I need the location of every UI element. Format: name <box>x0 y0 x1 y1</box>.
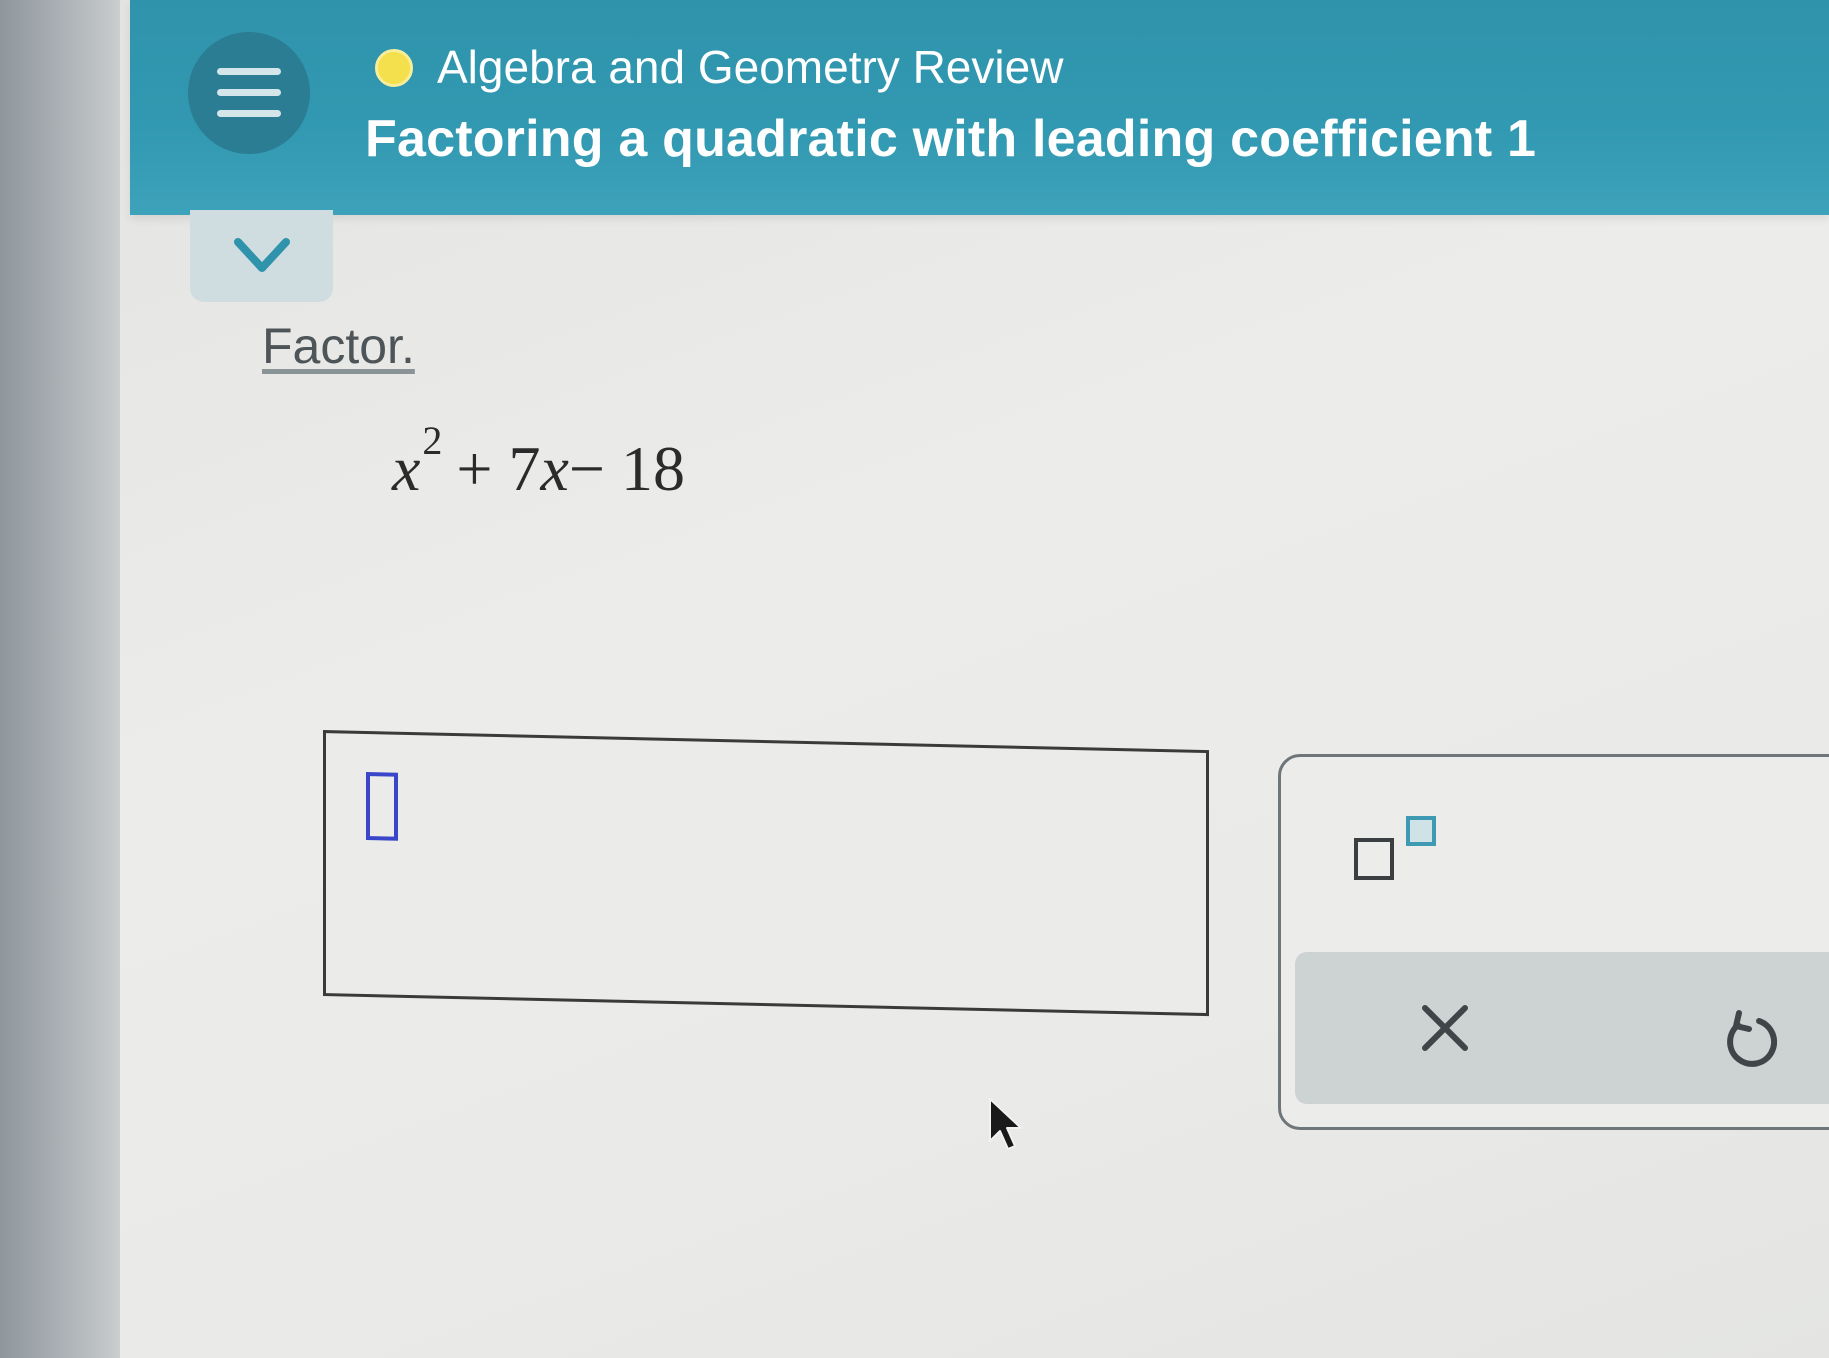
collapse-header-button[interactable] <box>190 210 333 302</box>
quadratic-expression: x2 + 7x− 18 <box>392 418 685 506</box>
superscript-template-icon-power <box>1406 816 1436 846</box>
question-instruction: Factor. <box>262 318 415 374</box>
hamburger-icon-bar-1 <box>217 68 281 75</box>
topic-title: Factoring a quadratic with leading coeff… <box>365 110 1537 168</box>
answer-cursor-placeholder <box>366 771 398 841</box>
expression-exponent: 2 <box>422 418 443 463</box>
clear-button[interactable] <box>1405 995 1485 1065</box>
mouse-pointer-icon <box>989 1098 1022 1150</box>
topic-header <box>130 0 1829 215</box>
course-title: Algebra and Geometry Review <box>437 41 1064 93</box>
progress-status-dot <box>375 49 413 87</box>
chevron-down-icon <box>234 238 290 272</box>
answer-input[interactable] <box>323 730 1209 1017</box>
undo-icon <box>1727 1010 1778 1067</box>
expression-linear-coefficient: + 7 <box>456 433 541 504</box>
hamburger-icon-bar-3 <box>217 110 281 117</box>
close-icon <box>1422 1005 1468 1051</box>
screen: Algebra and Geometry Review Factoring a … <box>0 0 1829 1358</box>
superscript-template-icon-base <box>1354 838 1394 880</box>
hamburger-icon-bar-2 <box>217 89 281 96</box>
undo-button[interactable] <box>1715 1005 1785 1075</box>
expression-variable: x <box>392 433 421 504</box>
menu-button[interactable] <box>188 32 310 154</box>
expression-constant-term: − 18 <box>568 433 685 504</box>
expression-linear-variable: x <box>540 433 569 504</box>
exponent-button[interactable] <box>1345 810 1445 900</box>
